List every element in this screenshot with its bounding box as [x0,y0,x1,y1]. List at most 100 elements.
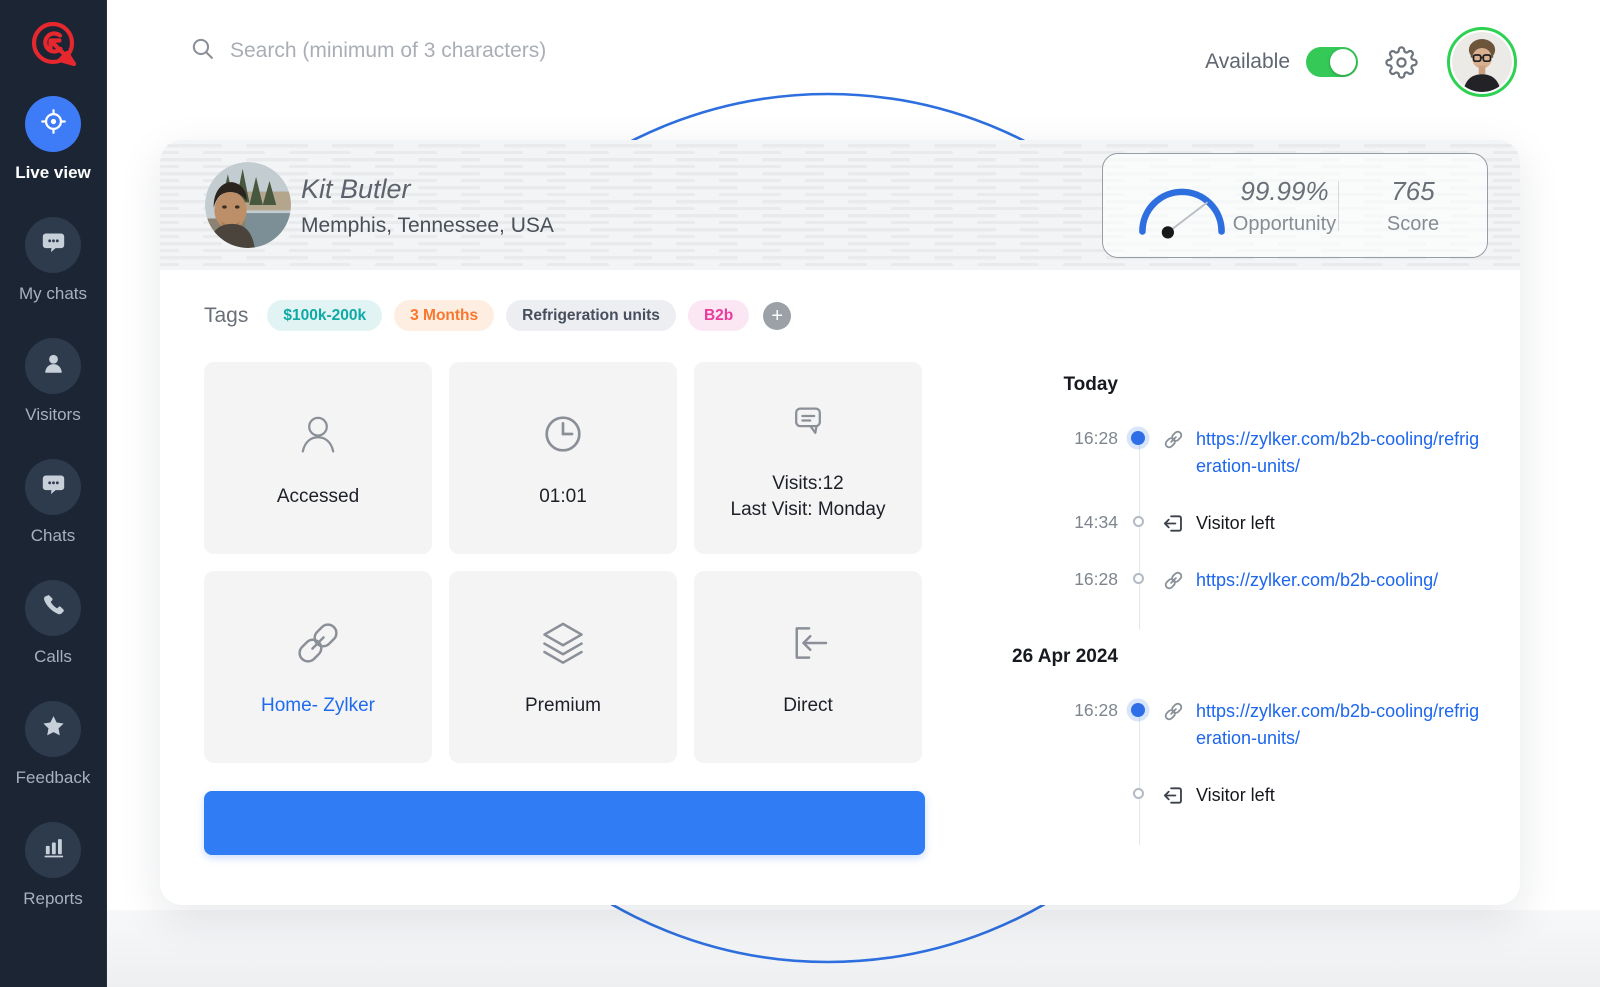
visitor-location: Memphis, Tennessee, USA [301,214,554,238]
agent-avatar[interactable] [1447,27,1517,97]
sidebar-item-chats[interactable]: Chats [0,459,106,546]
link-icon [1162,569,1185,592]
salesiq-logo [23,15,83,75]
search-icon [190,36,215,66]
availability-label: Available [1205,50,1290,74]
tag-pill[interactable]: $100k-200k [267,300,382,331]
visitor-identity: Kit Butler Memphis, Tennessee, USA [301,174,554,238]
tile-landing-page[interactable]: Home- Zylker [204,571,432,763]
sidebar-item-reports[interactable]: Reports [0,822,106,909]
tile-accessed[interactable]: Accessed [204,362,432,554]
timeline-event-text[interactable]: https://zylker.com/b2b-cooling/refrigera… [1196,698,1486,752]
visitor-info-grid: Accessed 01:01 Visits:12Last Visit: Mond… [204,362,922,763]
tags-row: Tags $100k-200k 3 Months Refrigeration uni… [204,300,791,331]
sidebar-nav: Live view My chats Visitors Chats Calls … [0,96,106,909]
timeline-group: Today 16:28 https://zylker.com/b2b-cooli… [1006,374,1506,594]
timeline-event-time: 16:28 [1006,567,1118,590]
tag-pill[interactable]: B2b [688,300,749,331]
timeline-event-text: Visitor left [1196,510,1275,537]
page-footer-band [107,910,1600,987]
sidebar-item-calls[interactable]: Calls [0,580,106,667]
sidebar-item-live-view[interactable]: Live view [0,96,106,183]
target-icon [40,108,67,140]
link-icon [1162,428,1185,451]
person-icon [291,407,345,461]
layers-icon [536,616,590,670]
sidebar: Live view My chats Visitors Chats Calls … [0,0,107,987]
sidebar-item-my-chats[interactable]: My chats [0,217,106,304]
timeline-dot [1133,788,1144,799]
tile-visits[interactable]: Visits:12Last Visit: Monday [694,362,922,554]
tile-label: 01:01 [539,484,587,510]
timeline-dot [1133,516,1144,527]
timeline-event: 16:28 https://zylker.com/b2b-cooling/ref… [1006,426,1506,480]
opportunity-metric: 99.99% Opportunity [1231,176,1338,236]
timeline-event-time: 16:28 [1006,426,1118,449]
tag-pill[interactable]: 3 Months [394,300,494,331]
opportunity-gauge [1133,170,1231,242]
timeline-dot [1131,431,1145,445]
tile-traffic-source[interactable]: Direct [694,571,922,763]
tags-list: $100k-200k 3 Months Refrigeration units B2b [267,300,749,331]
timeline-group-title: Today [1006,374,1118,396]
timeline-event: Visitor left [1006,782,1506,809]
score-label: Score [1387,213,1439,236]
sidebar-item-visitors[interactable]: Visitors [0,338,106,425]
logout-icon [1162,784,1185,807]
visitor-card: Kit Butler Memphis, Tennessee, USA 99.99… [160,140,1520,905]
opportunity-value: 99.99% [1240,176,1328,207]
toggle-knob [1330,49,1356,75]
timeline-dot [1131,703,1145,717]
timeline-event-text[interactable]: https://zylker.com/b2b-cooling/ [1196,567,1438,594]
visitor-name: Kit Butler [301,174,554,205]
bar-chart-icon [40,834,67,866]
timeline-event: 16:28 https://zylker.com/b2b-cooling/ref… [1006,698,1506,752]
visitor-card-header: Kit Butler Memphis, Tennessee, USA 99.99… [160,140,1520,270]
timeline-event-time [1006,782,1118,784]
person-icon [40,350,67,382]
primary-action-button[interactable] [204,791,925,855]
chat-dots-icon [40,471,67,503]
timeline-group: 26 Apr 2024 16:28 https://zylker.com/b2b… [1006,646,1506,809]
timeline-event: 14:34 Visitor left [1006,510,1506,537]
score-metric: 765 Score [1339,176,1487,236]
search-input[interactable] [230,39,660,63]
tile-time-on-site[interactable]: 01:01 [449,362,677,554]
link-icon [291,616,345,670]
timeline-event-text: Visitor left [1196,782,1275,809]
settings-gear-icon[interactable] [1385,46,1418,79]
link-icon [1162,700,1185,723]
logout-icon [1162,512,1185,535]
star-icon [40,713,67,745]
timeline-event-time: 16:28 [1006,698,1118,721]
timeline-event-time: 14:34 [1006,510,1118,533]
opportunity-label: Opportunity [1233,213,1336,236]
tile-label: Accessed [277,484,359,510]
login-icon [781,616,835,670]
tags-label: Tags [204,304,248,328]
tile-label: Home- Zylker [261,693,375,719]
timeline-group-title: 26 Apr 2024 [1006,646,1118,668]
add-tag-button[interactable]: + [763,302,791,330]
timeline-event: 16:28 https://zylker.com/b2b-cooling/ [1006,567,1506,594]
visitor-avatar [205,162,291,248]
timeline-dot [1133,573,1144,584]
score-value: 765 [1391,176,1434,207]
timeline-event-text[interactable]: https://zylker.com/b2b-cooling/refrigera… [1196,426,1486,480]
chat-lines-icon [781,394,835,448]
tile-label: Direct [783,693,833,719]
tag-pill[interactable]: Refrigeration units [506,300,676,331]
topbar-right: Available [1205,27,1517,97]
tile-label: Last Visit: Monday [731,497,886,523]
clock-icon [536,407,590,461]
opportunity-score-panel: 99.99% Opportunity 765 Score [1102,153,1488,258]
tile-label: Visits:12 [731,471,886,497]
tile-plan[interactable]: Premium [449,571,677,763]
sidebar-item-feedback[interactable]: Feedback [0,701,106,788]
chat-dots-icon [40,229,67,261]
tile-label: Premium [525,693,601,719]
visitor-timeline: Today 16:28 https://zylker.com/b2b-cooli… [1006,374,1506,861]
phone-icon [40,592,67,624]
availability-toggle[interactable] [1306,47,1358,77]
search-bar [190,36,660,66]
